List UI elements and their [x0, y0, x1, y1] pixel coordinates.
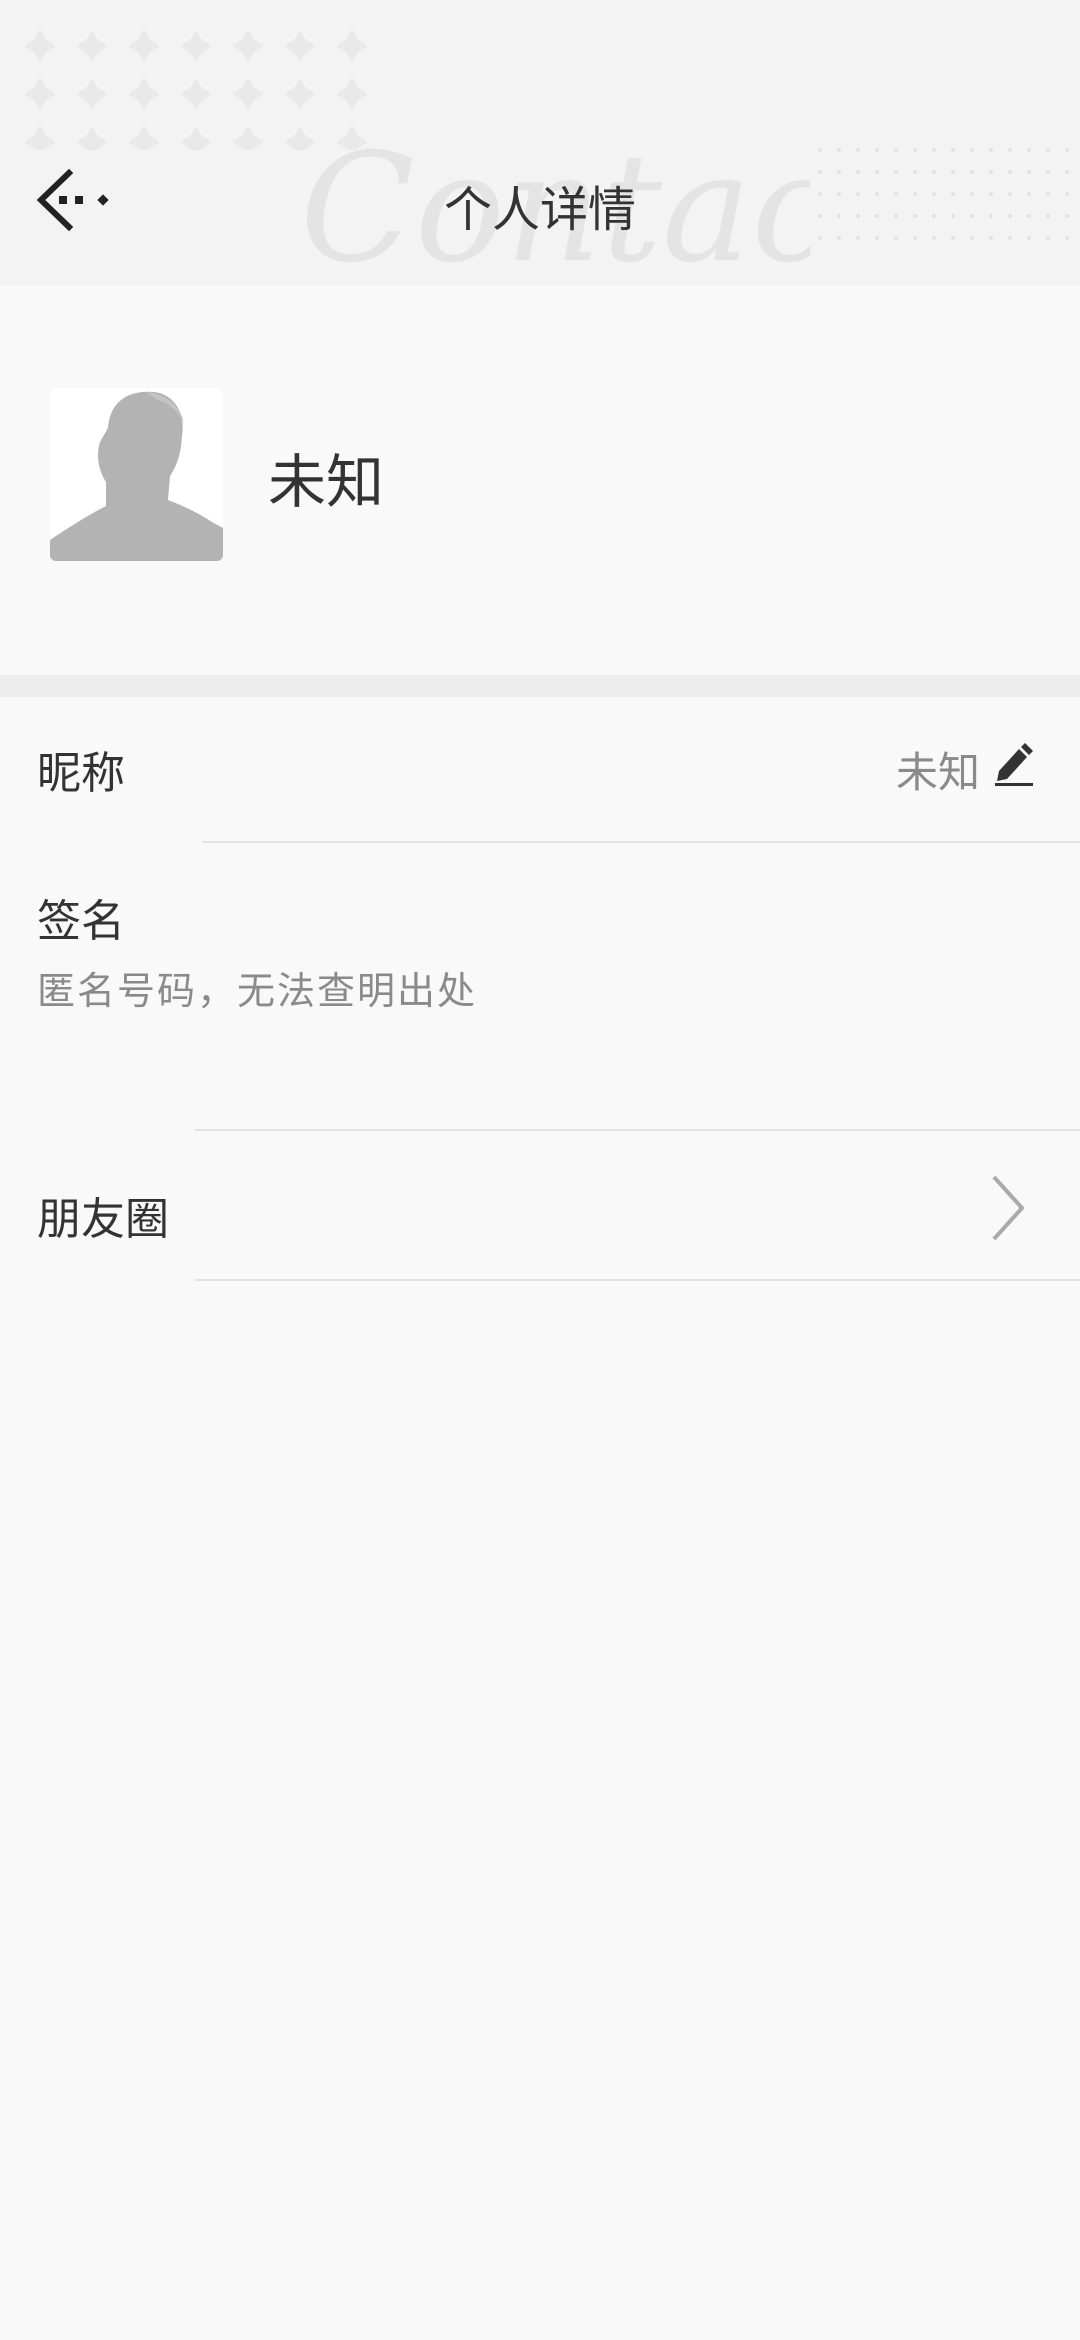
- nickname-row[interactable]: 昵称 未知: [0, 697, 1080, 843]
- row-divider: [195, 1279, 1080, 1281]
- pattern-dot: [951, 148, 955, 152]
- pattern-diamond: [284, 78, 316, 110]
- moments-row[interactable]: 朋友圈: [0, 1133, 1080, 1281]
- pattern-dot: [1027, 148, 1031, 152]
- section-separator: [0, 675, 1080, 697]
- pattern-dot: [856, 148, 860, 152]
- nickname-value: 未知: [895, 748, 980, 797]
- pattern-diamond: [76, 78, 108, 110]
- pattern-dot: [913, 148, 917, 152]
- pattern-diamond: [232, 30, 264, 62]
- pattern-dot: [970, 148, 974, 152]
- pattern-diamond: [336, 30, 368, 62]
- pattern-diamond: [24, 30, 56, 62]
- pattern-diamond: [76, 126, 108, 150]
- pattern-dot: [837, 148, 841, 152]
- profile-name: 未知: [268, 448, 385, 516]
- pattern-diamond: [180, 126, 212, 150]
- pattern-dot: [1046, 148, 1050, 152]
- pattern-dot: [894, 148, 898, 152]
- pattern-dot: [932, 148, 936, 152]
- pattern-diamond: [24, 78, 56, 110]
- chevron-right-icon: [992, 1175, 1025, 1241]
- pattern-diamond: [128, 78, 160, 110]
- pattern-diamond: [180, 78, 212, 110]
- row-divider: [202, 841, 1080, 843]
- pattern-diamond: [76, 30, 108, 62]
- signature-text: 匿名号码，无法查明出处: [37, 969, 478, 1013]
- pattern-dot: [989, 148, 993, 152]
- pattern-diamond: [284, 30, 316, 62]
- pencil-icon[interactable]: [993, 739, 1035, 787]
- signature-label: 签名: [37, 896, 125, 947]
- profile-card: 未知: [0, 285, 1080, 675]
- default-person-avatar-icon: [50, 388, 223, 561]
- pattern-diamond: [24, 126, 56, 150]
- pattern-dot: [1065, 148, 1069, 152]
- moments-label: 朋友圈: [37, 1194, 169, 1245]
- row-divider: [195, 1129, 1080, 1131]
- app-header: Contacts 个人详情: [0, 0, 1080, 285]
- avatar[interactable]: [50, 388, 223, 561]
- pattern-diamond: [180, 30, 212, 62]
- pattern-dot: [875, 148, 879, 152]
- nickname-label: 昵称: [37, 748, 125, 799]
- pattern-diamond: [128, 30, 160, 62]
- pattern-dot: [818, 148, 822, 152]
- signature-row: 签名 匿名号码，无法查明出处: [0, 845, 1080, 1131]
- pattern-dot: [1008, 148, 1012, 152]
- pattern-diamond: [336, 78, 368, 110]
- pattern-diamond: [128, 126, 160, 150]
- pattern-diamond: [232, 78, 264, 110]
- page-title: 个人详情: [443, 182, 636, 238]
- pattern-diamond: [232, 126, 264, 150]
